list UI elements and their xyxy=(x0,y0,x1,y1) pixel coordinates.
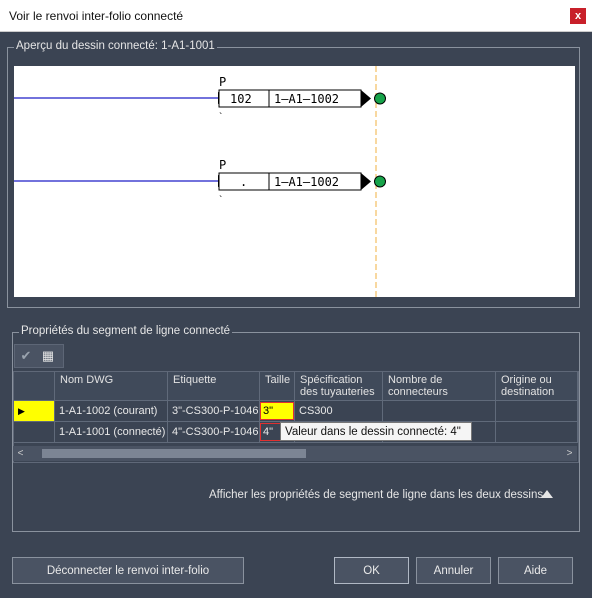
cell-origin[interactable] xyxy=(496,401,578,422)
scroll-right-icon[interactable]: > xyxy=(562,446,577,461)
cancel-button[interactable]: Annuler xyxy=(416,557,491,584)
expand-up-icon[interactable] xyxy=(541,490,553,498)
connector-label: P xyxy=(219,75,226,89)
cell-dwg[interactable]: 1-A1-1002 (courant) xyxy=(55,401,168,422)
connector-drawing: 1–A1–1002 xyxy=(274,92,339,106)
properties-toolbar: ✔ ▦ xyxy=(14,344,64,368)
connector-number: . xyxy=(240,175,247,189)
column-header[interactable]: Origine ou destination xyxy=(496,372,578,401)
preview-group-label: Aperçu du dessin connecté: 1-A1-1001 xyxy=(14,40,217,52)
ok-button[interactable]: OK xyxy=(334,557,409,584)
disconnect-button[interactable]: Déconnecter le renvoi inter-folio xyxy=(12,557,244,584)
column-header[interactable]: Etiquette xyxy=(168,372,260,401)
column-header[interactable]: Spécification des tuyauteries xyxy=(295,372,383,401)
connector-number: 102 xyxy=(230,92,252,106)
scroll-left-icon[interactable]: < xyxy=(13,446,28,461)
properties-group-label: Propriétés du segment de ligne connecté xyxy=(19,325,233,337)
connected-drawing-preview: P 102 1–A1–1002 ` P . 1–A1–1002 ` xyxy=(14,66,575,297)
connector-drawing: 1–A1–1002 xyxy=(274,175,339,189)
svg-text:`: ` xyxy=(219,194,222,206)
cell-spec[interactable]: CS300 xyxy=(295,401,383,422)
cell-size-highlight[interactable]: 3" xyxy=(260,402,294,420)
close-button[interactable]: x xyxy=(570,8,586,24)
row-selector-current[interactable]: ▶ xyxy=(14,401,55,422)
title-bar: Voir le renvoi inter-folio connecté x xyxy=(0,0,592,32)
cell-tag[interactable]: 3"-CS300-P-1046 xyxy=(168,401,260,422)
cell-origin[interactable] xyxy=(496,422,578,443)
column-header[interactable]: Nom DWG xyxy=(55,372,168,401)
show-both-drawings-label[interactable]: Afficher les propriétés de segment de li… xyxy=(209,489,543,501)
row-selector[interactable] xyxy=(14,422,55,443)
help-button[interactable]: Aide xyxy=(498,557,573,584)
grid-settings-icon[interactable]: ▦ xyxy=(39,347,57,365)
scrollbar-thumb[interactable] xyxy=(42,449,306,458)
column-header[interactable]: Nombre de connecteurs xyxy=(383,372,496,401)
cell-tooltip: Valeur dans le dessin connecté: 4" xyxy=(280,422,472,441)
svg-text:`: ` xyxy=(219,111,222,123)
column-header[interactable]: Taille xyxy=(260,372,295,401)
connection-node-icon xyxy=(374,92,386,105)
cell-size-wrapper: 3" xyxy=(260,401,295,422)
cell-tag[interactable]: 4"-CS300-P-1046 xyxy=(168,422,260,443)
horizontal-scrollbar[interactable]: < > xyxy=(13,446,577,461)
row-header-column xyxy=(14,372,55,401)
row-pointer-icon: ▶ xyxy=(18,406,25,416)
cell-connectors[interactable] xyxy=(383,401,496,422)
checkmark-icon[interactable]: ✔ xyxy=(17,347,35,365)
window-title: Voir le renvoi inter-folio connecté xyxy=(9,9,184,23)
preview-drawing: P 102 1–A1–1002 ` P . 1–A1–1002 ` xyxy=(14,66,386,297)
connector-label: P xyxy=(219,158,226,172)
cell-dwg[interactable]: 1-A1-1001 (connecté) xyxy=(55,422,168,443)
connection-node-icon xyxy=(374,175,386,188)
